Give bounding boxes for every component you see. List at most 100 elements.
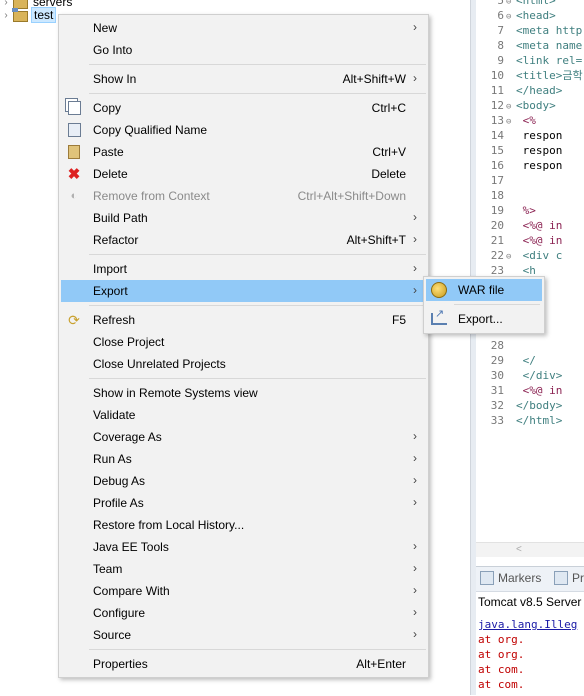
- submenu-arrow-icon: ›: [413, 561, 417, 575]
- code-line[interactable]: 15 respon: [476, 143, 584, 158]
- code-line[interactable]: 11 </head>: [476, 83, 584, 98]
- menu-item-label: Compare With: [93, 584, 170, 598]
- menu-separator: [89, 254, 426, 255]
- code-text: <title>금학: [516, 69, 583, 82]
- code-line[interactable]: 9 <link rel=: [476, 53, 584, 68]
- code-line[interactable]: 14 respon: [476, 128, 584, 143]
- context-menu: New › Go Into Show In Alt+Shift+W › Copy Ctrl+C…: [58, 14, 429, 678]
- code-line[interactable]: 29 </: [476, 353, 584, 368]
- menu-item-copy[interactable]: Copy Ctrl+C: [61, 97, 426, 119]
- menu-item-validate[interactable]: Validate: [61, 404, 426, 426]
- line-number: 29: [490, 354, 504, 367]
- menu-item-new[interactable]: New ›: [61, 17, 426, 39]
- menu-item-java-ee-tools[interactable]: Java EE Tools ›: [61, 536, 426, 558]
- menu-item-import[interactable]: Import ›: [61, 258, 426, 280]
- menu-item-label: Configure: [93, 606, 146, 620]
- menu-item-restore-from-local-history[interactable]: Restore from Local History...: [61, 514, 426, 536]
- code-line[interactable]: 17: [476, 173, 584, 188]
- code-line[interactable]: 16 respon: [476, 158, 584, 173]
- menu-item-source[interactable]: Source ›: [61, 624, 426, 646]
- delete-icon: ✖: [67, 166, 81, 183]
- menu-item-delete[interactable]: ✖ Delete Delete: [61, 163, 426, 185]
- menu-item-label: Export: [93, 284, 128, 298]
- menu-item-label: New: [93, 21, 118, 35]
- code-line[interactable]: 5 ⊖ <html>: [476, 0, 584, 8]
- menu-item-close-project[interactable]: Close Project: [61, 331, 426, 353]
- menu-item-team[interactable]: Team ›: [61, 558, 426, 580]
- menu-item-label: Validate: [93, 408, 136, 422]
- code-line[interactable]: 19 %>: [476, 203, 584, 218]
- menu-item-properties[interactable]: Properties Alt+Enter: [61, 653, 426, 675]
- code-line[interactable]: 31 <%@ in: [476, 383, 584, 398]
- submenu-item-war-file[interactable]: WAR file: [426, 279, 542, 301]
- submenu-arrow-icon: ›: [413, 473, 417, 487]
- code-text: <div c: [516, 249, 563, 262]
- menu-item-label: Copy: [93, 101, 122, 115]
- menu-item-run-as[interactable]: Run As ›: [61, 448, 426, 470]
- code-line[interactable]: 6 ⊖ <head>: [476, 8, 584, 23]
- menu-item-configure[interactable]: Configure ›: [61, 602, 426, 624]
- line-number: 13: [490, 114, 504, 127]
- code-text: <meta http: [516, 24, 583, 37]
- menu-item-go-into[interactable]: Go Into: [61, 39, 426, 61]
- tab-label: Pro: [572, 571, 584, 585]
- submenu-arrow-icon: ›: [413, 451, 417, 465]
- code-line[interactable]: 33 </html>: [476, 413, 584, 428]
- menu-separator: [89, 305, 426, 306]
- tree-item-label: test: [31, 7, 57, 23]
- menu-item-export[interactable]: Export ›: [61, 280, 426, 302]
- code-line[interactable]: 13 ⊖ <%: [476, 113, 584, 128]
- shortcut-text: Alt+Shift+T: [346, 233, 406, 247]
- code-line[interactable]: 20 <%@ in: [476, 218, 584, 233]
- copy-icon: [66, 100, 82, 116]
- code-line[interactable]: 18: [476, 188, 584, 203]
- tree-item-test[interactable]: › test: [0, 6, 57, 24]
- horizontal-scrollbar[interactable]: <: [476, 542, 584, 557]
- menu-item-label: Show In: [93, 72, 137, 86]
- code-line[interactable]: 12 ⊖ <body>: [476, 98, 584, 113]
- line-number: 15: [490, 144, 504, 157]
- code-line[interactable]: 7 <meta http: [476, 23, 584, 38]
- chevron-right-icon[interactable]: ›: [0, 10, 12, 21]
- tab-markers[interactable]: Markers: [480, 571, 541, 585]
- menu-item-copy-qualified-name[interactable]: Copy Qualified Name: [61, 119, 426, 141]
- code-line[interactable]: 10 <title>금학: [476, 68, 584, 83]
- code-text: respon: [516, 144, 563, 157]
- code-line[interactable]: 21 <%@ in: [476, 233, 584, 248]
- code-line[interactable]: 32 </body>: [476, 398, 584, 413]
- console-line: at com.: [478, 663, 525, 676]
- submenu-item-export[interactable]: Export...: [426, 307, 542, 330]
- menu-item-debug-as[interactable]: Debug As ›: [61, 470, 426, 492]
- menu-separator: [89, 64, 426, 65]
- menu-item-label: Import: [93, 262, 128, 276]
- menu-item-paste[interactable]: Paste Ctrl+V: [61, 141, 426, 163]
- shortcut-text: Alt+Enter: [356, 657, 406, 671]
- menu-item-close-unrelated-projects[interactable]: Close Unrelated Projects: [61, 353, 426, 375]
- menu-item-coverage-as[interactable]: Coverage As ›: [61, 426, 426, 448]
- menu-item-label: Team: [93, 562, 123, 576]
- code-text: </body>: [516, 399, 563, 412]
- submenu-arrow-icon: ›: [413, 283, 417, 297]
- tab-properties[interactable]: Pro: [554, 571, 584, 585]
- code-text: <%@ in: [516, 384, 563, 397]
- submenu-arrow-icon: ›: [413, 71, 417, 85]
- submenu-arrow-icon: ›: [413, 20, 417, 34]
- console-link[interactable]: java.lang.Illeg: [478, 617, 577, 632]
- menu-item-refactor[interactable]: Refactor Alt+Shift+T ›: [61, 229, 426, 251]
- menu-item-compare-with[interactable]: Compare With ›: [61, 580, 426, 602]
- code-line[interactable]: 28: [476, 338, 584, 353]
- menu-item-label: Delete: [93, 167, 128, 181]
- menu-item-profile-as[interactable]: Profile As ›: [61, 492, 426, 514]
- code-line[interactable]: 22 ⊖ <div c: [476, 248, 584, 263]
- menu-item-refresh[interactable]: ⟳ Refresh F5: [61, 309, 426, 331]
- line-number: 30: [490, 369, 504, 382]
- scroll-left-icon[interactable]: <: [516, 544, 522, 555]
- shortcut-text: Alt+Shift+W: [342, 72, 406, 86]
- menu-item-show-in-remote-systems-view[interactable]: Show in Remote Systems view: [61, 382, 426, 404]
- line-number: 20: [490, 219, 504, 232]
- menu-item-label: Close Unrelated Projects: [93, 357, 226, 371]
- menu-item-build-path[interactable]: Build Path ›: [61, 207, 426, 229]
- code-line[interactable]: 8 <meta name: [476, 38, 584, 53]
- code-line[interactable]: 30 </div>: [476, 368, 584, 383]
- menu-item-show-in[interactable]: Show In Alt+Shift+W ›: [61, 68, 426, 90]
